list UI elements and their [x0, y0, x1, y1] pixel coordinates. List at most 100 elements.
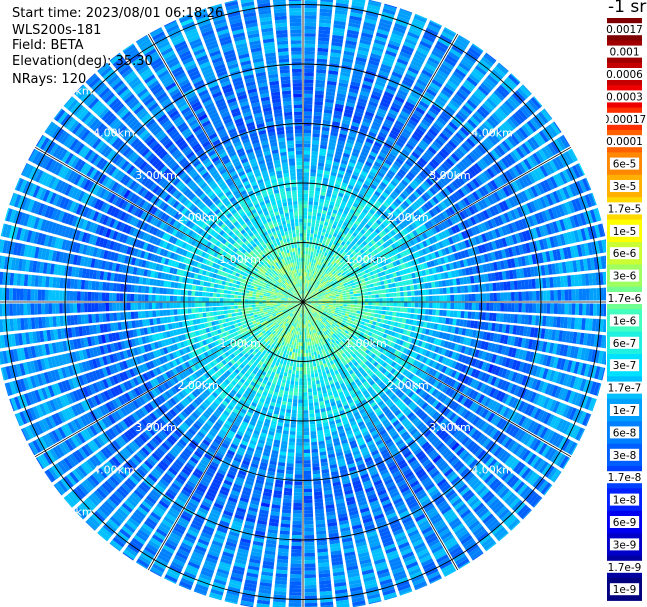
ray-gate: [532, 303, 537, 313]
ray-gate: [439, 295, 444, 302]
ray-gate: [310, 370, 314, 375]
ray-gate: [399, 312, 404, 318]
ray-gate: [304, 108, 313, 112]
ray-gate: [518, 303, 522, 313]
ray-gate: [356, 290, 361, 294]
ray-gate: [304, 25, 316, 30]
ray-gate: [418, 296, 422, 302]
ray-gate: [513, 280, 518, 290]
ray-gate: [550, 303, 555, 314]
ray-gate: [395, 287, 400, 292]
ray-gate: [343, 302, 347, 305]
ray-gate: [313, 348, 316, 352]
ray-gate: [585, 288, 590, 301]
ray-gate: [351, 285, 356, 289]
ray-gate: [332, 298, 337, 301]
ray-gate: [304, 8, 317, 12]
ray-gate: [436, 295, 440, 302]
ray-gate: [312, 136, 320, 141]
ray-gate: [446, 287, 451, 294]
ray-gate: [410, 313, 415, 319]
ray-gate: [382, 306, 387, 311]
ray-gate: [315, 380, 320, 385]
ray-gate: [315, 412, 321, 417]
ray-gate: [456, 286, 461, 294]
ray-gate: [362, 315, 367, 319]
ray-gate: [364, 292, 369, 296]
ray-gate: [311, 151, 318, 156]
ray-gate: [453, 286, 458, 294]
ray-gate: [443, 302, 447, 309]
ray-gate: [411, 296, 415, 302]
ray-gate: [496, 282, 501, 291]
ray-gate: [378, 310, 383, 315]
ray-gate: [518, 291, 522, 301]
ray-gate: [500, 303, 505, 312]
ray-gate: [510, 314, 515, 323]
ray-gate: [325, 304, 329, 306]
ray-gate: [304, 65, 315, 69]
ray-gate: [367, 312, 372, 316]
ray-gate: [457, 302, 462, 310]
ray-gate: [396, 292, 401, 297]
ray-gate: [332, 305, 337, 307]
ray-gate: [375, 294, 379, 298]
ray-gate: [418, 302, 422, 308]
ray-gate: [357, 296, 362, 299]
ray-gate: [353, 290, 357, 294]
ray-gate: [313, 233, 317, 238]
ray-gate: [309, 186, 315, 191]
ray-gate: [314, 190, 320, 195]
ray-gate: [378, 294, 383, 298]
ray-gate: [503, 281, 508, 291]
ray-gate: [313, 205, 318, 210]
ray-gate: [389, 293, 394, 297]
ray-gate: [316, 365, 321, 370]
ray-gate: [393, 307, 397, 312]
ray-gate: [481, 283, 486, 292]
ray-gate: [311, 154, 318, 159]
ray-gate: [332, 303, 337, 306]
ray-gate: [368, 305, 372, 309]
ray-gate: [304, 43, 316, 48]
ray-gate: [403, 313, 408, 318]
ray-gate: [349, 291, 354, 295]
ray-gate: [312, 133, 320, 138]
ray-gate: [381, 285, 386, 290]
ray-gate: [318, 302, 322, 304]
ray-gate: [317, 368, 322, 373]
ray-gate: [364, 308, 369, 312]
ray-gate: [355, 287, 360, 291]
ray-gate: [303, 143, 311, 148]
ray-gate: [308, 334, 311, 339]
ray-gate: [384, 315, 389, 320]
ray-gate: [311, 248, 315, 252]
ray-gate: [385, 311, 390, 316]
ray-gate: [353, 296, 358, 300]
ray-gate: [316, 216, 321, 221]
ray-gate: [521, 303, 526, 313]
ray-gate: [303, 150, 311, 155]
ray-gate: [575, 289, 580, 301]
ray-gate: [488, 283, 494, 292]
ray-gate: [346, 306, 351, 310]
ray-gate: [468, 294, 472, 302]
ray-gate: [396, 302, 401, 307]
ray-gate: [381, 289, 386, 294]
ray-gate: [589, 288, 594, 301]
ray-gate: [304, 68, 314, 73]
ray-gate: [306, 334, 309, 339]
ray-gate: [450, 302, 455, 310]
ray-gate: [481, 312, 486, 321]
ray-gate: [346, 294, 351, 298]
ray-gate: [553, 303, 558, 314]
ray-gate: [343, 295, 347, 298]
ray-gate: [403, 307, 408, 313]
ray-gate: [461, 302, 465, 310]
ray-gate: [528, 291, 533, 301]
ray-gate: [313, 366, 317, 371]
ray-gate: [304, 36, 316, 41]
ray-gate: [316, 238, 320, 243]
ray-gate: [388, 288, 393, 293]
ray-gate: [313, 398, 319, 403]
